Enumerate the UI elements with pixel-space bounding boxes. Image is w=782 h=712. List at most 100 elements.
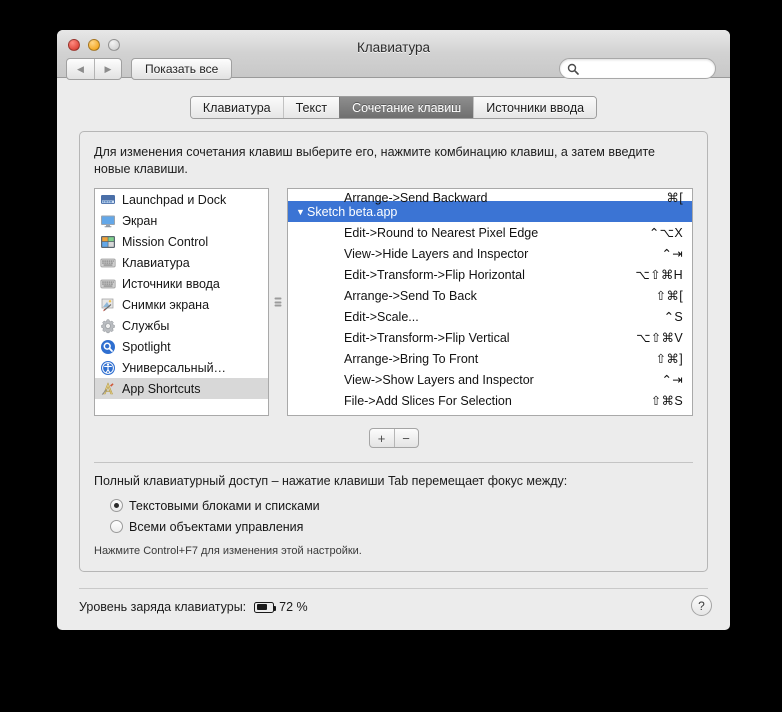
shortcut-title: Edit->Round to Nearest Pixel Edge <box>344 225 539 240</box>
sidebar-item-label: Экран <box>122 213 158 228</box>
launchpad-dock-icon <box>100 192 116 208</box>
shortcut-title: Arrange->Send Backward <box>344 191 488 205</box>
shortcut-keys: ⌥⇧⌘V <box>636 331 683 345</box>
sidebar-item-label: Клавиатура <box>122 255 190 270</box>
shortcut-row[interactable]: Edit->Scale... ⌃S <box>288 306 692 327</box>
tab-input-sources[interactable]: Источники ввода <box>473 97 597 118</box>
battery-icon <box>254 601 277 613</box>
tab-keyboard[interactable]: Клавиатура <box>190 97 283 118</box>
shortcut-row[interactable]: View->Show Layers and Inspector ⌃⇥ <box>288 369 692 390</box>
shortcut-title: View->Show Layers and Inspector <box>344 372 534 387</box>
tab-text[interactable]: Текст <box>282 97 340 118</box>
battery-label: Уровень заряда клавиатуры: <box>79 600 247 614</box>
shortcut-row[interactable]: Arrange->Bring To Front ⇧⌘] <box>288 348 692 369</box>
keyboard-icon <box>100 255 116 271</box>
navigation-buttons: ◀ ▶ <box>66 58 122 80</box>
screenshots-icon <box>100 297 116 313</box>
shortcut-keys: ⌃S <box>663 310 683 324</box>
search-icon <box>567 63 579 75</box>
search-input[interactable] <box>579 62 730 75</box>
shortcut-group-label: Sketch beta.app <box>307 204 398 219</box>
shortcut-keys: ⇧⌘] <box>655 352 683 366</box>
shortcut-row[interactable]: View->Hide Layers and Inspector ⌃⇥ <box>288 243 692 264</box>
instruction-text: Для изменения сочетания клавиш выберите … <box>94 145 655 176</box>
sidebar-item-app-shortcuts[interactable]: App Shortcuts <box>95 378 268 399</box>
sidebar-item-label: Снимки экрана <box>122 297 210 312</box>
shortcut-keys: ⌘[ <box>666 191 683 205</box>
sidebar-item-services[interactable]: Службы <box>95 315 268 336</box>
shortcut-row[interactable]: Arrange->Send To Back ⇧⌘[ <box>288 285 692 306</box>
sidebar-item-label: App Shortcuts <box>122 381 201 396</box>
app-shortcuts-icon <box>100 381 116 397</box>
shortcut-keys: ⌃⌥X <box>648 226 683 240</box>
show-all-button[interactable]: Показать все <box>131 58 233 80</box>
help-button[interactable]: ? <box>691 595 712 616</box>
window-titlebar: Клавиатура ◀ ▶ Показать все <box>57 30 730 80</box>
shortcut-keys: ⌃⇥ <box>661 247 683 261</box>
sidebar-item-label: Mission Control <box>122 234 209 249</box>
shortcut-group-title: ▼ Sketch beta.app <box>288 205 683 219</box>
shortcut-keys: ⌃⇥ <box>661 373 683 387</box>
shortcut-group-row[interactable]: ▼ Sketch beta.app <box>288 201 692 222</box>
sidebar-item-launchpad-dock[interactable]: Launchpad и Dock <box>95 189 268 210</box>
sidebar-item-keyboard[interactable]: Клавиатура <box>95 252 268 273</box>
window-footer: Уровень заряда клавиатуры: 72 % ? <box>57 589 730 616</box>
sidebar-item-input-sources[interactable]: Источники ввода <box>95 273 268 294</box>
radio-text-boxes-and-lists[interactable]: Текстовыми блоками и списками <box>94 495 693 516</box>
search-field[interactable] <box>559 58 730 79</box>
category-list[interactable]: Launchpad и Dock Экран Mission Control К… <box>94 188 269 416</box>
section-divider <box>94 462 693 463</box>
shortcut-title: Arrange->Bring To Front <box>344 351 479 366</box>
shortcuts-panes: Launchpad и Dock Экран Mission Control К… <box>94 188 693 416</box>
mission-control-icon <box>100 234 116 250</box>
back-button[interactable]: ◀ <box>67 59 94 79</box>
shortcut-keys: ⌥⇧⌘H <box>635 268 683 282</box>
remove-shortcut-button[interactable]: − <box>393 429 418 447</box>
shortcut-row[interactable]: File->Add Slices For Selection ⇧⌘S <box>288 390 692 411</box>
keyboard-preferences-window: Клавиатура ◀ ▶ Показать все Клавиатура Т… <box>57 30 730 630</box>
radio-label: Текстовыми блоками и списками <box>129 498 320 513</box>
shortcut-title: View->Hide Layers and Inspector <box>344 246 529 261</box>
chevron-down-icon[interactable]: ▼ <box>296 207 305 217</box>
sidebar-item-screenshots[interactable]: Снимки экрана <box>95 294 268 315</box>
shortcut-keys: ⇧⌘S <box>650 394 683 408</box>
spotlight-icon <box>100 339 116 355</box>
battery-percent: 72 % <box>279 600 308 614</box>
shortcut-row[interactable]: Edit->Transform->Flip Vertical ⌥⇧⌘V <box>288 327 692 348</box>
full-keyboard-access-title: Полный клавиатурный доступ – нажатие кла… <box>94 474 568 488</box>
forward-button[interactable]: ▶ <box>94 59 121 79</box>
radio-button[interactable] <box>110 520 123 533</box>
shortcut-title: File->Add Slices For Selection <box>344 393 512 408</box>
radio-label: Всеми объектами управления <box>129 519 304 534</box>
resize-grip-icon <box>274 297 282 307</box>
list-buttons: + − <box>94 428 693 448</box>
shortcut-keys: ⇧⌘[ <box>655 289 683 303</box>
shortcut-title: Edit->Transform->Flip Vertical <box>344 330 510 345</box>
shortcut-row[interactable]: Edit->Transform->Flip Horizontal ⌥⇧⌘H <box>288 264 692 285</box>
sidebar-item-label: Универсальный… <box>122 360 227 375</box>
shortcut-title: Edit->Scale... <box>344 309 419 324</box>
tab-bar: Клавиатура Текст Сочетание клавиш Источн… <box>79 96 708 119</box>
sidebar-item-spotlight[interactable]: Spotlight <box>95 336 268 357</box>
tab-shortcuts[interactable]: Сочетание клавиш <box>339 97 474 118</box>
shortcut-row[interactable]: Arrange->Send Backward ⌘[ <box>288 189 692 205</box>
page-title: Клавиатура <box>356 40 431 55</box>
preferences-body: Клавиатура Текст Сочетание клавиш Источн… <box>57 78 730 589</box>
sidebar-item-label: Источники ввода <box>122 276 220 291</box>
gear-icon <box>100 318 116 334</box>
keyboard-icon <box>100 276 116 292</box>
sidebar-item-accessibility[interactable]: Универсальный… <box>95 357 268 378</box>
sidebar-item-label: Spotlight <box>122 339 171 354</box>
keyboard-access-note: Нажмите Control+F7 для изменения этой на… <box>94 545 362 557</box>
add-shortcut-button[interactable]: + <box>370 429 394 447</box>
accessibility-icon <box>100 360 116 376</box>
shortcuts-list[interactable]: Arrange->Send Backward ⌘[ ▼ Sketch beta.… <box>287 188 693 416</box>
sidebar-item-mission-control[interactable]: Mission Control <box>95 231 268 252</box>
sidebar-item-display[interactable]: Экран <box>95 210 268 231</box>
radio-all-controls[interactable]: Всеми объектами управления <box>94 516 693 537</box>
shortcut-row[interactable]: Edit->Round to Nearest Pixel Edge ⌃⌥X <box>288 222 692 243</box>
shortcut-title: Edit->Transform->Flip Horizontal <box>344 267 525 282</box>
pane-resize-divider[interactable] <box>269 188 287 416</box>
radio-button[interactable] <box>110 499 123 512</box>
shortcuts-panel: Для изменения сочетания клавиш выберите … <box>79 131 708 572</box>
